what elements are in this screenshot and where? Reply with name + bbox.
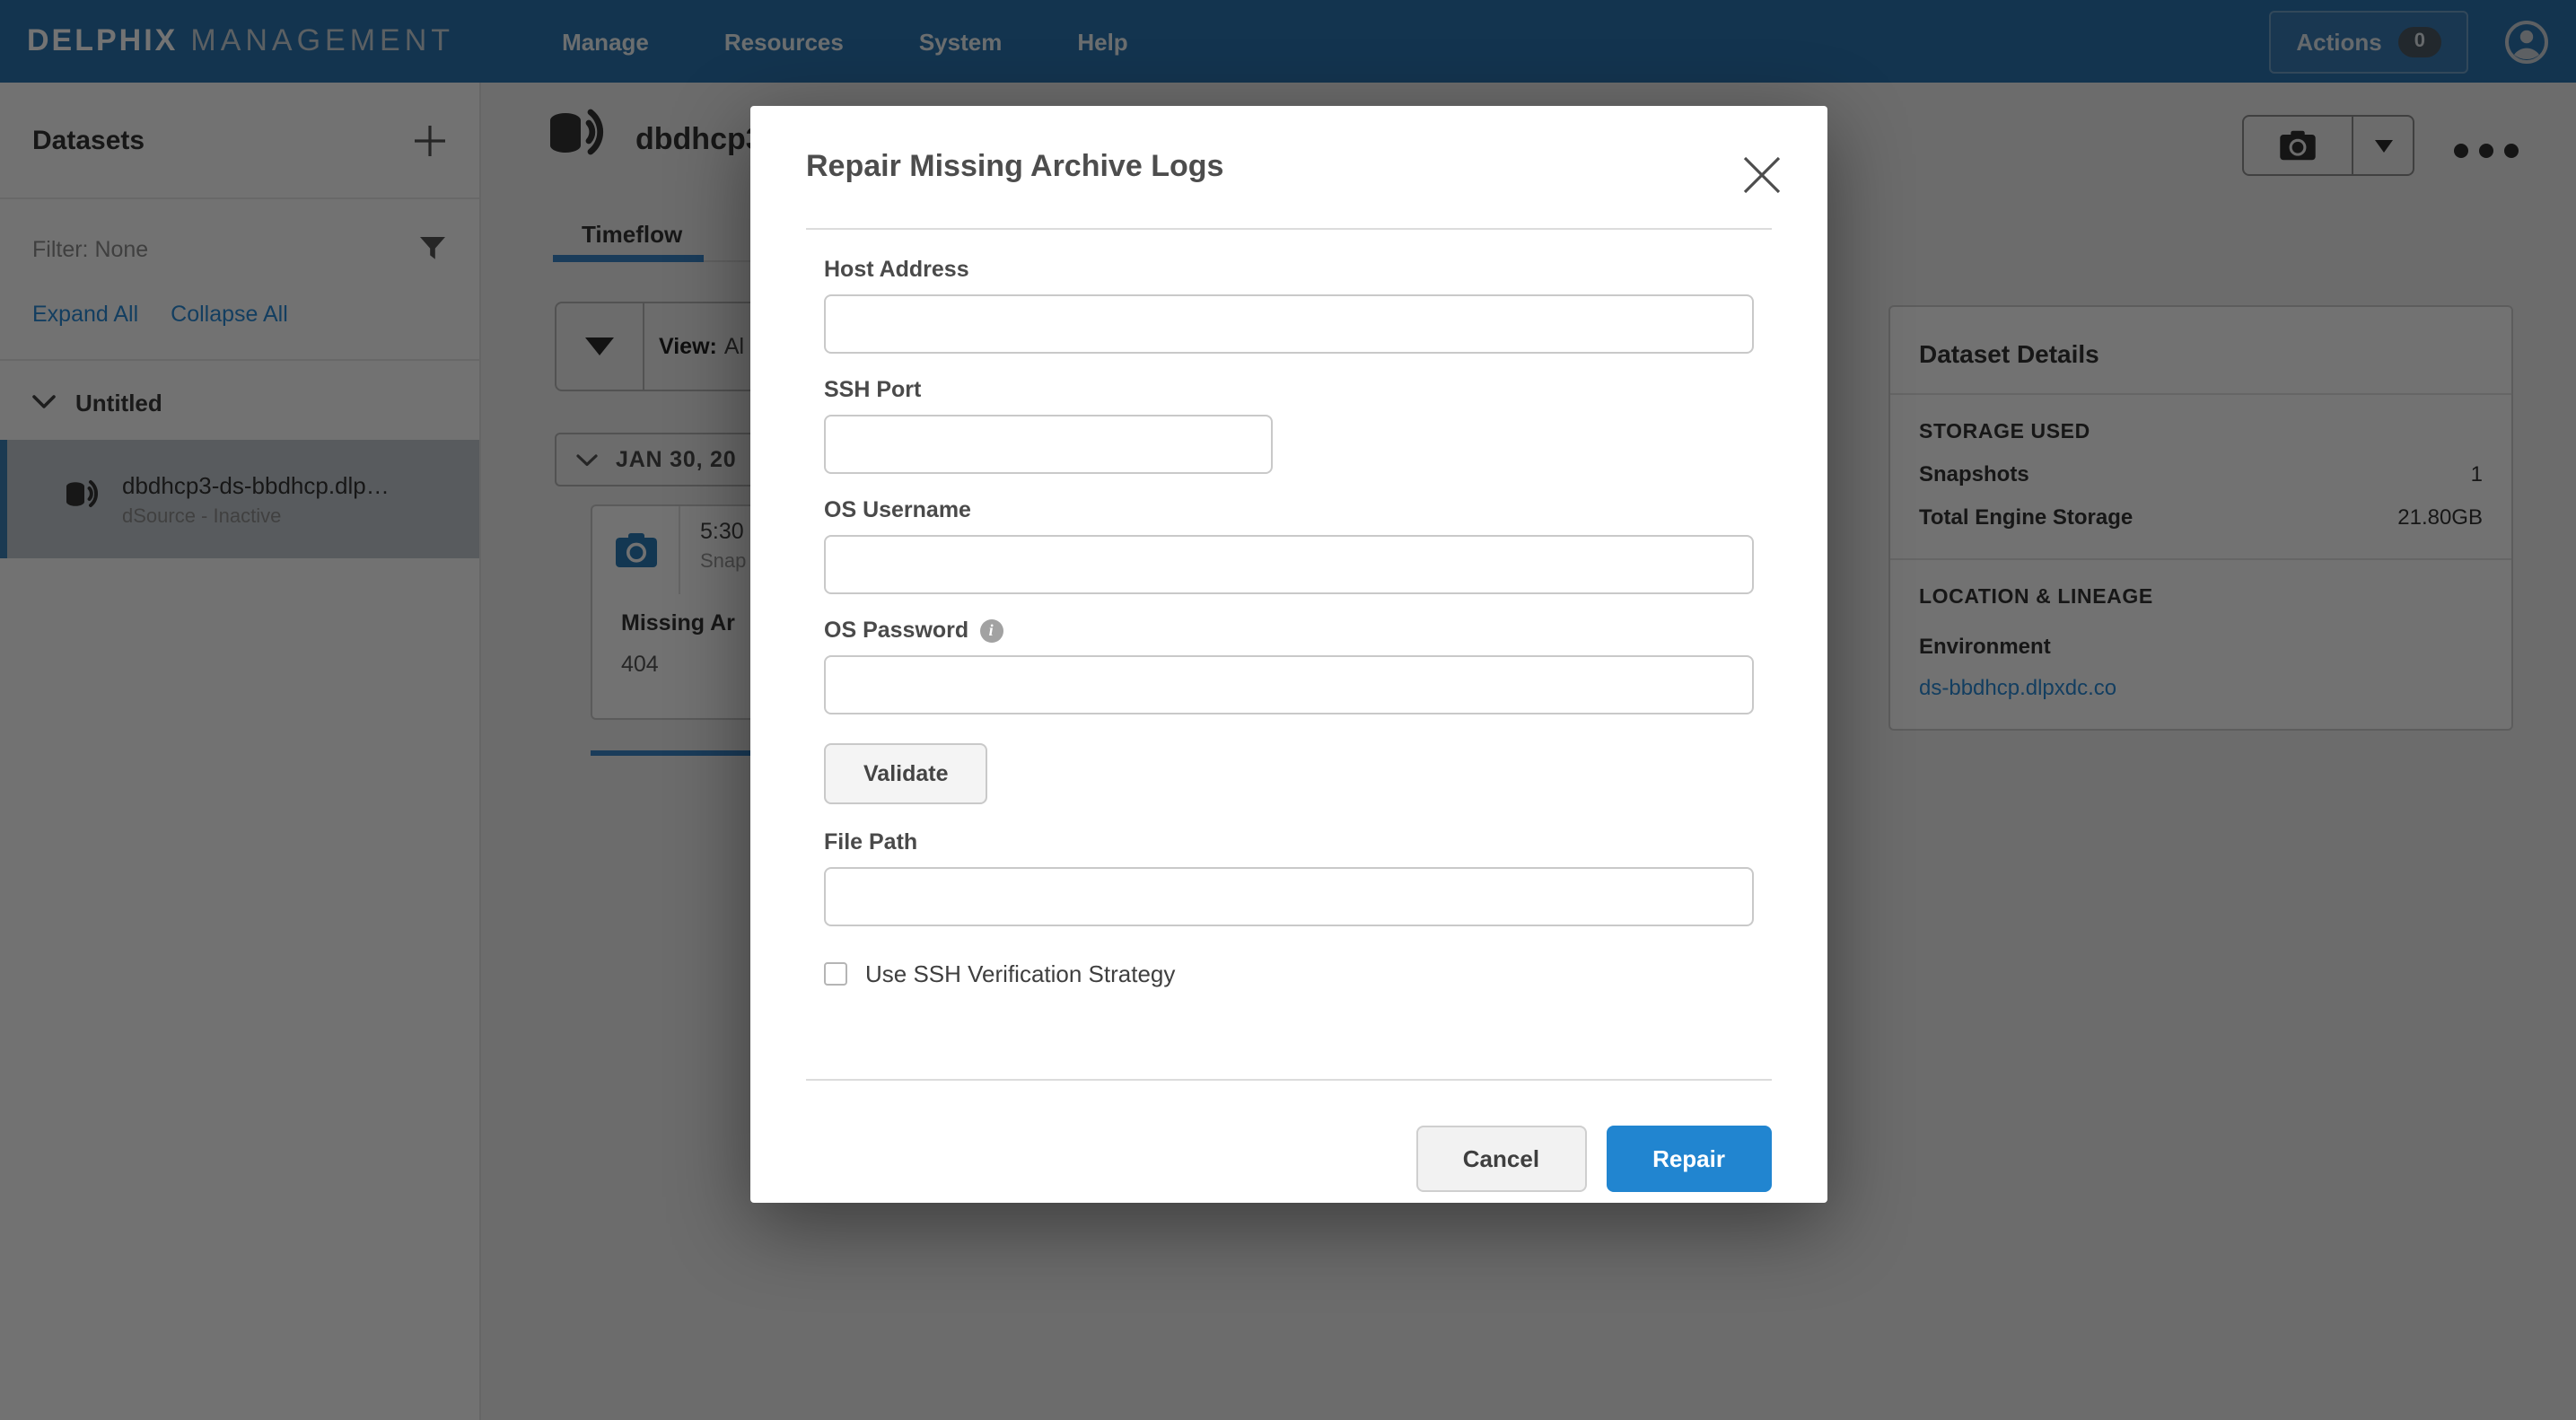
repair-archive-logs-modal: Repair Missing Archive Logs Host Address… [750, 106, 1827, 1203]
validate-button[interactable]: Validate [824, 743, 988, 804]
app-window: DELPHIX MANAGEMENT Manage Resources Syst… [0, 0, 2576, 1420]
host-address-label: Host Address [824, 257, 1754, 282]
host-address-group: Host Address [824, 257, 1754, 354]
file-path-group: File Path [824, 829, 1754, 926]
repair-button[interactable]: Repair [1606, 1126, 1772, 1192]
ssh-verification-label: Use SSH Verification Strategy [865, 960, 1175, 987]
modal-header-divider [806, 228, 1772, 230]
os-username-group: OS Username [824, 497, 1754, 594]
ssh-port-group: SSH Port [824, 377, 1754, 474]
ssh-verification-checkbox[interactable] [824, 962, 847, 986]
cancel-button[interactable]: Cancel [1416, 1126, 1586, 1192]
ssh-verification-row: Use SSH Verification Strategy [824, 960, 1754, 987]
ssh-port-field[interactable] [824, 415, 1273, 474]
close-icon[interactable] [1741, 154, 1783, 196]
os-password-label: OS Password i [824, 618, 1754, 643]
os-password-field[interactable] [824, 655, 1754, 714]
os-password-label-text: OS Password [824, 618, 968, 643]
modal-title: Repair Missing Archive Logs [806, 149, 1223, 185]
file-path-label: File Path [824, 829, 1754, 855]
modal-body: Host Address SSH Port OS Username OS Pas… [824, 257, 1754, 987]
info-icon[interactable]: i [979, 618, 1003, 642]
os-username-label: OS Username [824, 497, 1754, 522]
os-password-group: OS Password i [824, 618, 1754, 714]
host-address-field[interactable] [824, 294, 1754, 354]
os-username-field[interactable] [824, 535, 1754, 594]
modal-footer: Cancel Repair [806, 1079, 1772, 1192]
ssh-port-label: SSH Port [824, 377, 1754, 402]
file-path-field[interactable] [824, 867, 1754, 926]
